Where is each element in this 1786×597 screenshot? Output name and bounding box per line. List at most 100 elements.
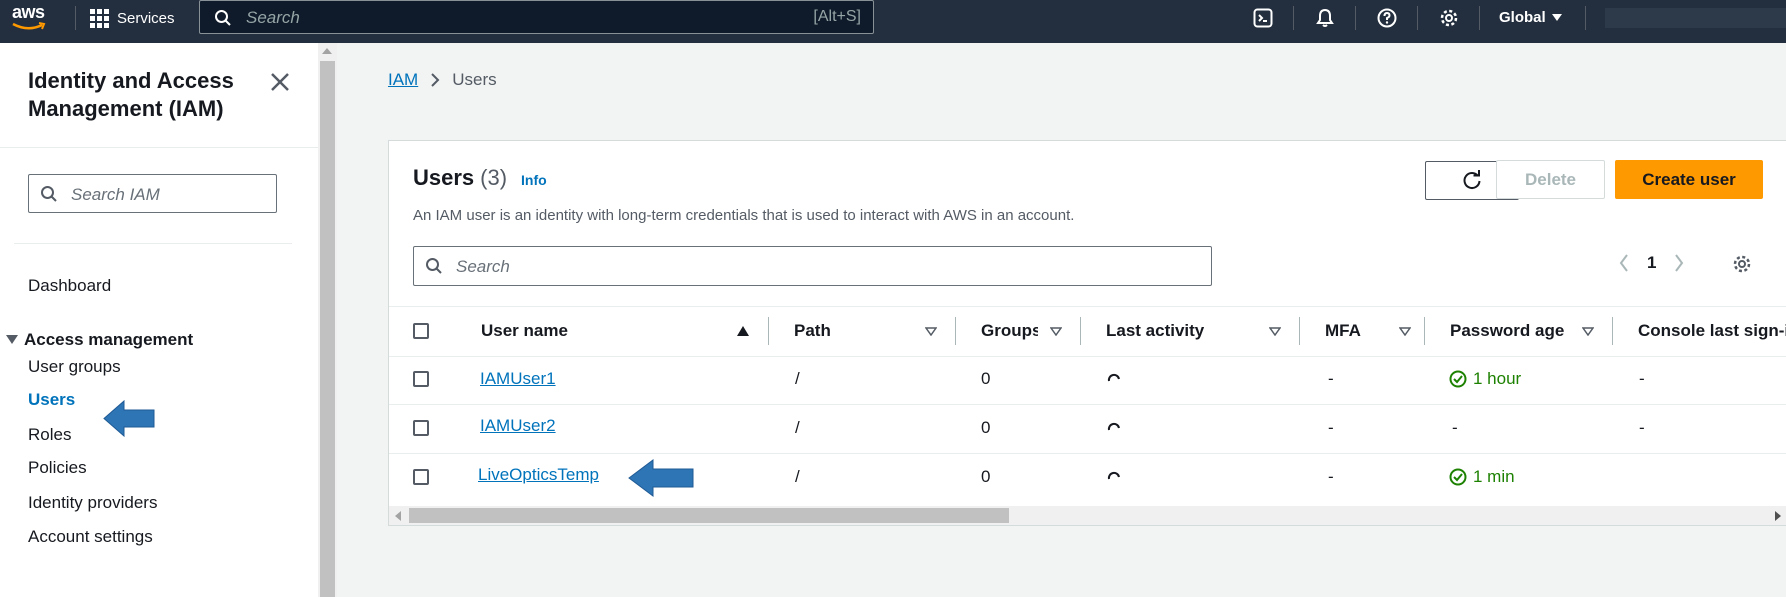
sidebar-item-policies[interactable]: Policies (28, 458, 87, 478)
aws-logo[interactable]: aws (10, 2, 52, 36)
cell-groups: 0 (981, 369, 991, 388)
select-all-checkbox[interactable] (413, 323, 429, 339)
info-link[interactable]: Info (521, 172, 547, 188)
region-selector[interactable]: Global (1499, 9, 1562, 26)
services-menu-button[interactable]: Services (90, 6, 175, 30)
sidebar-title: Identity and Access Management (IAM) (28, 68, 234, 121)
chevron-left-icon[interactable] (1619, 254, 1629, 272)
scroll-right-arrow[interactable] (1775, 511, 1781, 521)
spinner-icon (1107, 373, 1120, 382)
caret-down-icon (6, 335, 18, 344)
sidebar-item-roles[interactable]: Roles (28, 425, 71, 445)
table-horizontal-scrollbar[interactable] (389, 506, 1786, 525)
bell-icon[interactable] (1313, 7, 1337, 29)
users-table-panel: Users (3) Info An IAM user is an identit… (388, 140, 1786, 526)
cell-console-last-sign-in: - (1639, 418, 1645, 437)
panel-header: Users (3) Info (413, 165, 547, 191)
sidebar-search-box[interactable] (28, 174, 277, 213)
sidebar-item-identity-providers[interactable]: Identity providers (28, 493, 157, 513)
col-mfa[interactable]: MFA (1325, 321, 1361, 341)
user-count: (3) (480, 165, 508, 190)
sidebar-item-account-settings[interactable]: Account settings (28, 527, 153, 547)
scrollbar-thumb[interactable] (409, 508, 1009, 523)
users-search-box[interactable] (413, 246, 1212, 286)
search-icon (215, 10, 231, 26)
col-user-name[interactable]: User name (481, 321, 568, 341)
sidebar-item-user-groups[interactable]: User groups (28, 357, 121, 377)
account-menu-redacted[interactable] (1605, 8, 1786, 28)
filter-caret-icon[interactable] (1050, 327, 1062, 336)
table-row[interactable]: LiveOpticsTemp / 0 - 1 min (389, 453, 1786, 502)
page-number[interactable]: 1 (1647, 253, 1656, 273)
row-checkbox[interactable] (413, 469, 429, 485)
global-search-input[interactable] (244, 6, 728, 30)
user-name-link[interactable]: IAMUser2 (480, 416, 556, 436)
sidebar-scrollbar[interactable] (318, 43, 337, 597)
filter-caret-icon[interactable] (1399, 327, 1411, 336)
section-label: Access management (24, 330, 194, 349)
breadcrumb-iam-link[interactable]: IAM (388, 70, 418, 90)
topbar-divider (1293, 6, 1294, 30)
row-checkbox[interactable] (413, 371, 429, 387)
topbar-divider (1585, 6, 1586, 30)
cell-mfa: - (1328, 369, 1334, 388)
scroll-left-arrow[interactable] (395, 511, 401, 521)
settings-icon[interactable] (1732, 254, 1752, 274)
column-divider[interactable] (768, 317, 769, 345)
sidebar-item-dashboard[interactable]: Dashboard (28, 276, 111, 296)
password-age-value: 1 hour (1473, 369, 1522, 388)
column-divider[interactable] (1080, 317, 1081, 345)
user-name-link[interactable]: LiveOpticsTemp (478, 465, 599, 485)
table-row[interactable]: IAMUser1 / 0 - 1 hour - (389, 355, 1786, 405)
col-groups[interactable]: Groups (981, 321, 1038, 341)
services-label: Services (117, 9, 175, 27)
col-last-activity[interactable]: Last activity (1106, 321, 1204, 341)
filter-caret-icon[interactable] (1582, 327, 1594, 336)
blue-arrow-annotation (628, 459, 694, 497)
spinner-icon (1107, 471, 1120, 480)
password-age-value: 1 min (1473, 467, 1515, 486)
scroll-up-arrow[interactable] (322, 48, 332, 54)
sidebar-item-users[interactable]: Users (28, 390, 75, 410)
column-divider[interactable] (955, 317, 956, 345)
blue-arrow-annotation (103, 400, 155, 437)
users-search-input[interactable] (454, 255, 1158, 279)
column-divider[interactable] (1424, 317, 1425, 345)
region-label: Global (1499, 9, 1546, 26)
help-icon[interactable] (1375, 7, 1399, 29)
row-checkbox[interactable] (413, 420, 429, 436)
user-name-link[interactable]: IAMUser1 (480, 369, 556, 389)
topbar-divider (1355, 6, 1356, 30)
divider (0, 147, 318, 148)
filter-caret-icon[interactable] (1269, 327, 1281, 336)
aws-smile-icon (12, 22, 46, 30)
col-path[interactable]: Path (794, 321, 831, 341)
column-divider[interactable] (1299, 317, 1300, 345)
table-row[interactable]: IAMUser2 / 0 - - - (389, 404, 1786, 454)
sort-asc-icon[interactable] (737, 326, 749, 336)
cloudshell-icon[interactable] (1251, 7, 1275, 29)
create-user-button[interactable]: Create user (1615, 160, 1763, 199)
aws-logo-text: aws (12, 2, 45, 22)
search-icon (426, 258, 442, 274)
search-shortcut-hint: [Alt+S] (813, 8, 861, 25)
filter-caret-icon[interactable] (925, 327, 937, 336)
cell-path: / (795, 467, 800, 486)
scrollbar-thumb[interactable] (320, 61, 335, 597)
sidebar-section-access-management[interactable]: Access management (6, 330, 193, 350)
settings-icon[interactable] (1437, 7, 1461, 29)
spinner-icon (1107, 422, 1120, 431)
col-password-age[interactable]: Password age (1450, 321, 1564, 341)
top-navigation-bar: aws Services [Alt+S] Global (0, 0, 1786, 43)
col-console-last-sign-in[interactable]: Console last sign-in (1638, 321, 1786, 341)
sidebar-search-input[interactable] (69, 183, 273, 207)
cell-path: / (795, 369, 800, 388)
topbar-divider (1417, 6, 1418, 30)
grid-icon (90, 8, 109, 28)
chevron-right-icon[interactable] (1674, 254, 1684, 272)
column-divider[interactable] (1612, 317, 1613, 345)
global-search-box[interactable]: [Alt+S] (199, 0, 874, 34)
close-icon[interactable] (268, 70, 292, 94)
divider (14, 243, 292, 244)
delete-button[interactable]: Delete (1496, 160, 1605, 199)
